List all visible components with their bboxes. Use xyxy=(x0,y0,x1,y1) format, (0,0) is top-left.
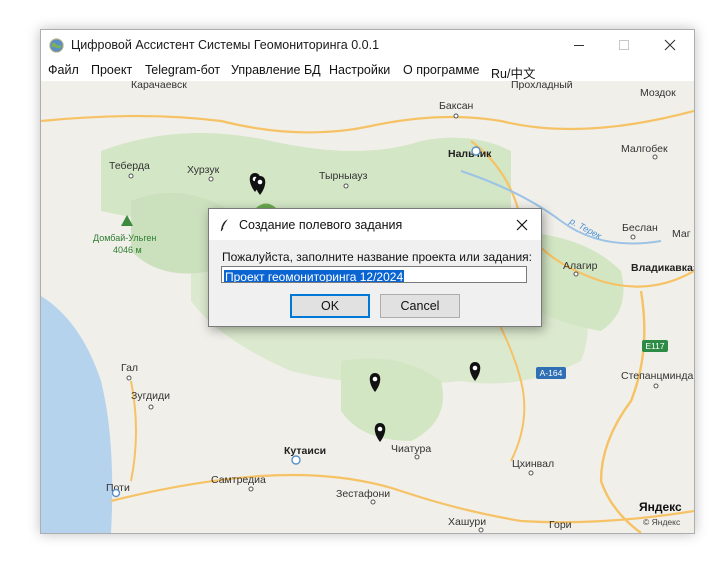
place-gal: Гал xyxy=(121,362,138,374)
peak-height: 4046 м xyxy=(113,245,142,255)
dialog-close-button[interactable] xyxy=(509,213,535,237)
close-button[interactable] xyxy=(647,30,693,60)
place-tskhinvali: Цхинвал xyxy=(512,458,554,470)
menu-db-management[interactable]: Управление БД xyxy=(231,63,321,77)
place-mag: Маг xyxy=(672,228,691,240)
place-zugdidi: Зугдиди xyxy=(131,390,170,402)
place-baksan: Баксан xyxy=(439,100,474,112)
close-icon xyxy=(664,39,676,51)
project-name-value: Проект геомониторинга 12/2024 xyxy=(224,270,405,283)
place-mozdok: Моздок xyxy=(640,87,676,99)
place-zestafoni: Зестафони xyxy=(336,488,390,500)
place-tyrnyauz: Тырныауз xyxy=(319,170,368,182)
minimize-button[interactable] xyxy=(556,30,602,60)
title-bar[interactable]: Цифровой Ассистент Системы Геомониторинг… xyxy=(41,30,694,60)
place-khurzuk: Хурзук xyxy=(187,164,220,176)
create-task-dialog: Создание полевого задания Пожалуйста, за… xyxy=(208,208,542,327)
place-vladikavkaz: Владикавказ xyxy=(631,262,694,274)
globe-icon xyxy=(49,38,64,53)
place-teberda: Теберда xyxy=(109,160,150,172)
peak-dombai-ulgen: Домбай-Ульген xyxy=(93,233,156,243)
window-title: Цифровой Ассистент Системы Геомониторинг… xyxy=(71,38,380,52)
place-alagir: Алагир xyxy=(563,260,598,272)
close-icon xyxy=(516,219,528,231)
map-copyright[interactable]: © Яндекс xyxy=(643,517,681,527)
place-beslan: Беслан xyxy=(622,222,658,234)
menu-settings[interactable]: Настройки xyxy=(329,63,390,77)
feather-icon xyxy=(220,219,228,232)
menu-telegram-bot[interactable]: Telegram-бот xyxy=(145,63,220,77)
place-nalchik: Нальчик xyxy=(448,148,492,160)
menu-bar: Файл Проект Telegram-бот Управление БД Н… xyxy=(41,60,694,81)
place-stepantsminda: Степанцминда xyxy=(621,370,693,382)
dialog-title-bar[interactable]: Создание полевого задания xyxy=(209,209,541,240)
maximize-button[interactable] xyxy=(601,30,647,60)
map-marker-icon[interactable] xyxy=(374,423,386,442)
dialog-prompt: Пожалуйста, заполните название проекта и… xyxy=(222,250,533,264)
minimize-icon xyxy=(574,45,584,46)
place-kutaisi: Кутаиси xyxy=(284,445,326,457)
dialog-title: Создание полевого задания xyxy=(239,218,403,232)
place-karachaevsk: Карачаевск xyxy=(131,81,187,91)
road-a164-label: A-164 xyxy=(540,368,563,378)
road-e117-label: E117 xyxy=(645,341,664,351)
menu-about[interactable]: О программе xyxy=(403,63,479,77)
ok-button[interactable]: OK xyxy=(290,294,370,318)
yandex-logo: Яндекс xyxy=(639,500,682,514)
menu-file[interactable]: Файл xyxy=(48,63,79,77)
place-chiatura: Чиатура xyxy=(391,443,431,455)
menu-language[interactable]: Ru/中文 xyxy=(491,63,535,82)
place-samtredia: Самтредиа xyxy=(211,474,266,486)
cancel-button[interactable]: Cancel xyxy=(380,294,460,318)
maximize-icon xyxy=(619,40,629,50)
place-gori: Гори xyxy=(549,519,572,531)
place-prokhladny: Прохладный xyxy=(511,81,573,91)
place-khashuri: Хашури xyxy=(448,516,486,528)
place-malgobek: Малгобек xyxy=(621,143,668,155)
menu-project[interactable]: Проект xyxy=(91,63,132,77)
project-name-input[interactable]: Проект геомониторинга 12/2024 xyxy=(221,266,527,283)
